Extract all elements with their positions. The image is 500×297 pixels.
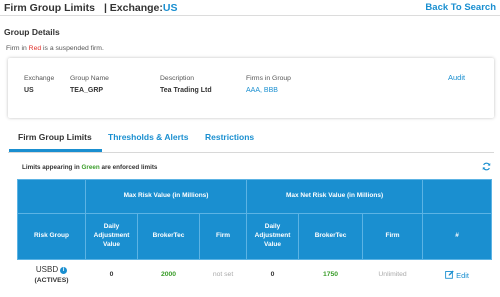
daily-adjustment-cell: 0 — [86, 260, 138, 290]
enforced-limits-note: Limits appearing in Green are enforced l… — [22, 164, 157, 171]
col-brokertec: BrokerTec — [137, 213, 200, 260]
header-blank-left — [17, 179, 86, 214]
firms-in-group-links[interactable]: AAA, BBB — [246, 87, 291, 94]
col-daily-adjustment-value: Daily Adjustment Value — [85, 213, 138, 260]
enforced-note-prefix: Limits appearing in — [22, 164, 80, 171]
refresh-icon[interactable] — [482, 162, 491, 171]
tab-firm-group-limits[interactable]: Firm Group Limits — [18, 132, 92, 142]
description-value: Tea Trading Ltd — [160, 87, 212, 94]
edit-label: Edit — [456, 270, 470, 280]
limits-table: Max Risk Value (in Millions) Max Net Ris… — [17, 179, 493, 290]
col-net-brokertec: BrokerTec — [298, 213, 364, 260]
tab-thresholds-alerts[interactable]: Thresholds & Alerts — [108, 132, 188, 142]
description-label: Description — [160, 75, 194, 82]
risk-group-cell: USBD i (ACTIVES) — [18, 260, 86, 290]
daily-adjustment-value: 0 — [109, 271, 114, 279]
brokertec-cell: 2000 — [138, 260, 200, 290]
page-header: Firm Group Limits | Exchange:US Back To … — [0, 0, 500, 16]
net-daily-adjustment-cell: 0 — [247, 260, 299, 290]
page-title-text: Firm Group Limits — [4, 2, 96, 14]
header-blank-right — [422, 179, 493, 214]
description-field: Description Tea Trading Ltd — [160, 75, 212, 94]
enforced-note-suffix: are enforced limits — [101, 164, 158, 171]
suspended-note-red: Red — [28, 45, 42, 52]
group-details-card: Exchange US Group Name TEA_GRP Descripti… — [8, 58, 494, 118]
back-to-search-link[interactable]: Back To Search — [425, 2, 496, 13]
active-tab-indicator — [9, 149, 102, 152]
group-name-field: Group Name TEA_GRP — [70, 75, 109, 94]
exchange-label: | Exchange: — [103, 2, 163, 14]
col-net-firm: Firm — [362, 213, 424, 260]
group-name-value: TEA_GRP — [70, 87, 104, 94]
tab-restrictions[interactable]: Restrictions — [205, 132, 254, 142]
net-brokertec-cell: 1750 — [299, 260, 363, 290]
edit-button[interactable]: Edit — [445, 270, 470, 280]
group-details-title: Group Details — [4, 27, 60, 37]
group-name-label: Group Name — [70, 75, 109, 82]
firms-in-group-field: Firms in Group AAA, BBB — [246, 75, 291, 94]
enforced-note-green: Green — [81, 164, 100, 171]
header-max-net-risk-value: Max Net Risk Value (in Millions) — [246, 179, 424, 214]
firm-cell: not set — [200, 260, 247, 290]
firm-value: not set — [212, 271, 234, 279]
suspended-note-suffix: is a suspended firm. — [43, 45, 104, 52]
exchange-field: Exchange US — [24, 75, 54, 94]
net-daily-adjustment-value: 0 — [270, 271, 275, 279]
net-brokertec-value: 1750 — [322, 271, 339, 279]
col-risk-group: Risk Group — [17, 213, 86, 260]
firms-in-group-label: Firms in Group — [246, 75, 291, 82]
exchange-value: US — [162, 2, 178, 14]
page-title: Firm Group Limits | Exchange:US — [4, 2, 178, 14]
net-firm-cell: Unlimited — [363, 260, 423, 290]
col-firm: Firm — [198, 213, 248, 260]
brokertec-value: 2000 — [160, 271, 177, 279]
table-row: USBD i (ACTIVES) 0 2000 not set 0 1750 Un… — [18, 260, 492, 290]
risk-group-status: (ACTIVES) — [34, 277, 69, 285]
net-firm-value: Unlimited — [378, 271, 407, 279]
actions-cell: Edit — [423, 260, 492, 290]
risk-group-name: USBD — [35, 265, 59, 275]
audit-link[interactable]: Audit — [448, 73, 465, 82]
exchange-field-label: Exchange — [24, 75, 55, 82]
col-net-daily-adjustment-value: Daily Adjustment Value — [246, 213, 300, 260]
col-actions: # — [422, 213, 493, 260]
header-max-risk-value: Max Risk Value (in Millions) — [84, 179, 248, 214]
tab-bar: Firm Group Limits Thresholds & Alerts Re… — [8, 125, 494, 153]
suspended-firm-note: Firm in Red is a suspended firm. — [6, 45, 104, 52]
exchange-field-value: US — [24, 87, 34, 94]
edit-icon — [445, 270, 454, 279]
suspended-note-prefix: Firm in — [6, 45, 27, 52]
info-icon[interactable]: i — [60, 267, 68, 275]
